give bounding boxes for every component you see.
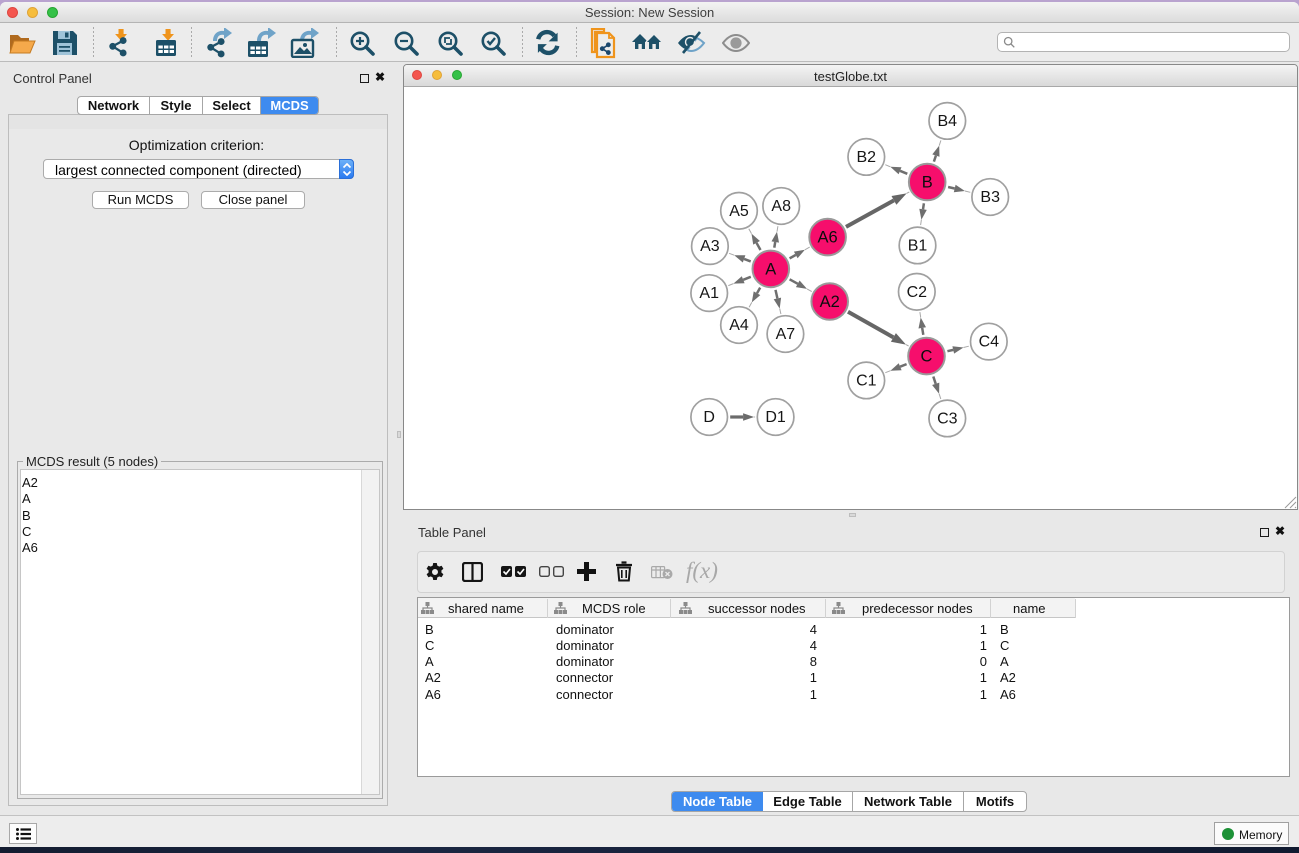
svg-text:C3: C3 (937, 410, 958, 427)
svg-text:D: D (703, 409, 715, 426)
svg-text:C: C (921, 348, 933, 366)
svg-text:C2: C2 (907, 284, 928, 301)
svg-text:A: A (765, 260, 776, 278)
svg-text:C4: C4 (979, 334, 1000, 351)
svg-text:C1: C1 (856, 372, 877, 389)
svg-text:A5: A5 (729, 203, 749, 220)
svg-text:B3: B3 (980, 189, 1000, 206)
svg-text:A3: A3 (700, 238, 720, 255)
svg-text:A1: A1 (699, 285, 719, 302)
svg-text:B4: B4 (938, 113, 958, 130)
svg-text:B1: B1 (908, 237, 928, 254)
svg-text:A8: A8 (771, 198, 791, 215)
svg-text:B: B (922, 174, 933, 192)
svg-text:A2: A2 (820, 293, 840, 311)
svg-text:B2: B2 (857, 149, 877, 166)
svg-text:A6: A6 (818, 229, 838, 247)
svg-text:A7: A7 (776, 326, 796, 343)
svg-text:D1: D1 (765, 409, 786, 426)
svg-text:A4: A4 (729, 317, 749, 334)
